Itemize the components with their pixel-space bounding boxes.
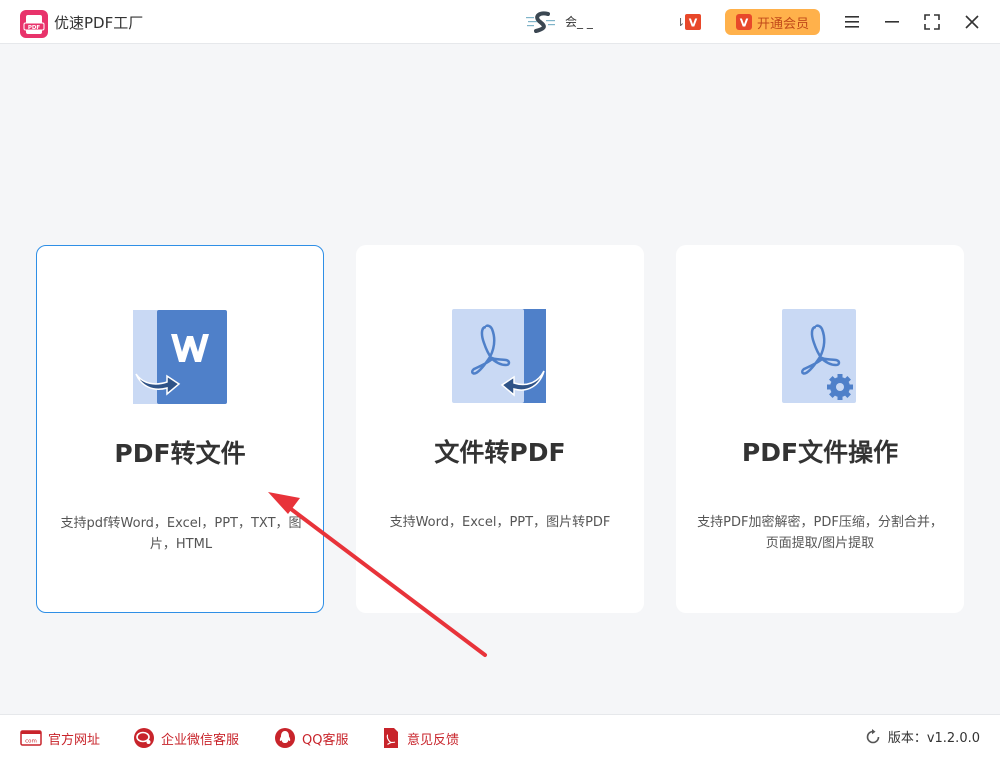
- website-icon: com: [20, 730, 42, 746]
- pdf-convert-icon: [452, 309, 546, 403]
- wechat-work-icon: [134, 728, 154, 748]
- refresh-icon: [866, 728, 880, 743]
- feedback-link[interactable]: 意见反馈: [381, 726, 459, 750]
- vip-badge-text: V: [740, 17, 749, 30]
- minimize-icon[interactable]: [881, 11, 903, 33]
- footer-link-label: 企业微信客服: [161, 732, 240, 748]
- pdf-settings-icon: [782, 309, 856, 403]
- version-label: 版本：v1.2.0.0: [887, 731, 980, 746]
- card-title: PDF转文件: [114, 439, 246, 468]
- qq-support-link[interactable]: QQ客服: [274, 726, 348, 750]
- card-title: 文件转PDF: [434, 438, 566, 467]
- vip-status-icon[interactable]: ⇂ V: [674, 12, 704, 32]
- close-icon[interactable]: [961, 11, 983, 33]
- svg-text:com: com: [25, 739, 37, 745]
- app-title: 优速PDF工厂: [54, 14, 144, 32]
- vip-status-text: V: [689, 17, 698, 30]
- card-description: 支持PDF加密解密，PDF压缩，分割合并，页面提取/图片提取: [697, 515, 943, 551]
- footer-link-label: 官方网址: [48, 732, 101, 748]
- footer-link-label: 意见反馈: [407, 732, 460, 748]
- app-logo-icon: PDF: [20, 10, 48, 38]
- user-name[interactable]: 会_ _: [565, 13, 593, 30]
- feedback-icon: [384, 728, 398, 748]
- app-logo-text: PDF: [28, 25, 41, 31]
- open-vip-button[interactable]: V 开通会员: [725, 9, 820, 35]
- vip-badge-icon: V: [735, 14, 752, 30]
- user-avatar-icon: [526, 11, 555, 33]
- card-description: 支持Word，Excel，PPT，图片转PDF: [389, 515, 611, 530]
- card-pdf-to-file[interactable]: PDF转文件 支持pdf转Word，Excel，PPT，TXT，图片，HTML: [36, 245, 324, 613]
- wechat-work-support-link[interactable]: 企业微信客服: [133, 726, 239, 750]
- word-convert-icon: [133, 310, 227, 404]
- footer-link-label: QQ客服: [302, 732, 349, 748]
- card-description: 支持pdf转Word，Excel，PPT，TXT，图片，HTML: [60, 516, 302, 552]
- qq-icon: [275, 728, 295, 748]
- open-vip-label: 开通会员: [756, 16, 809, 32]
- footer-bar: com 官方网址 企业微信客服 QQ客服 意见反馈 版本：v1.2.0.0: [0, 714, 1000, 760]
- maximize-icon[interactable]: [921, 11, 943, 33]
- title-bar: PDF 优速PDF工厂 会_ _ ⇂ V V 开通会员: [0, 0, 1000, 44]
- card-pdf-operations[interactable]: PDF文件操作 支持PDF加密解密，PDF压缩，分割合并，页面提取/图片提取: [676, 245, 964, 613]
- menu-icon[interactable]: [841, 11, 863, 33]
- official-website-link[interactable]: com 官方网址: [20, 726, 100, 750]
- card-file-to-pdf[interactable]: 文件转PDF 支持Word，Excel，PPT，图片转PDF: [356, 245, 644, 613]
- svg-text:⇂: ⇂: [676, 16, 685, 29]
- card-title: PDF文件操作: [741, 438, 899, 467]
- version-info[interactable]: 版本：v1.2.0.0: [864, 727, 980, 746]
